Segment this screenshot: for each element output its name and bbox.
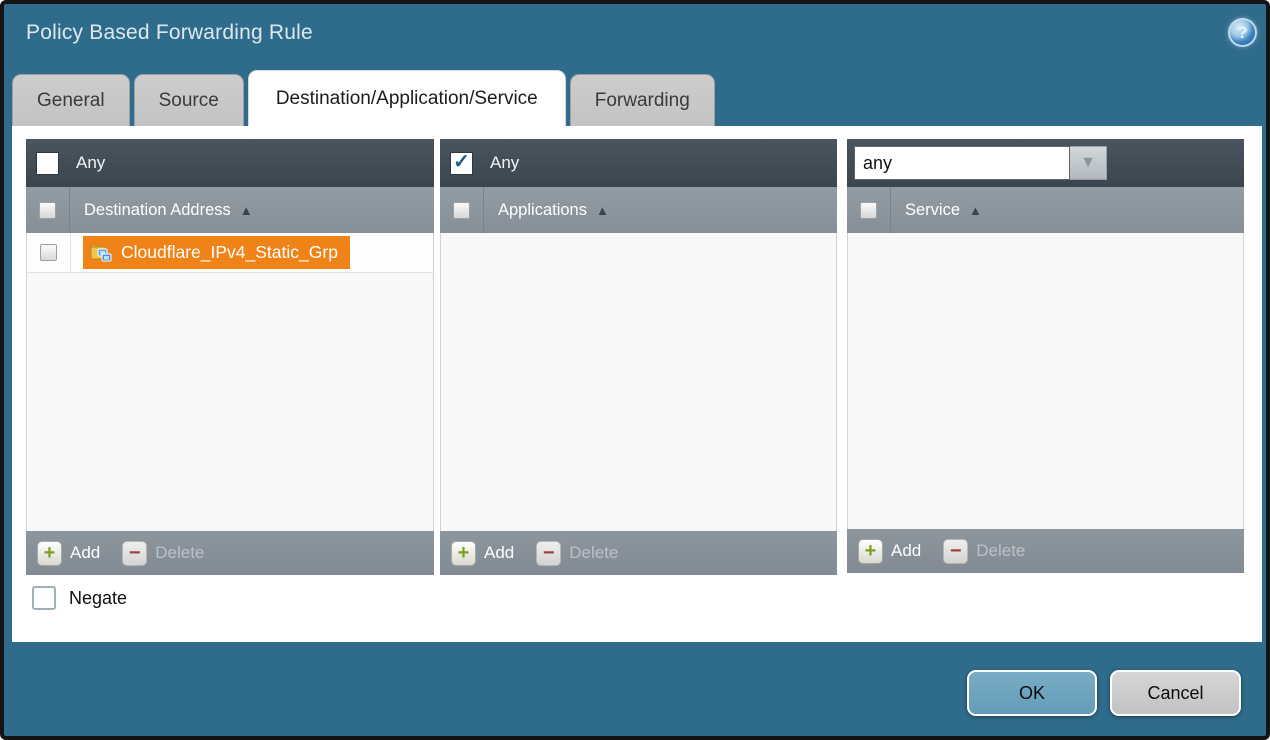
applications-header-label: Applications [498,201,587,220]
destination-item-checkbox[interactable] [40,244,57,261]
destination-list-item[interactable]: Cloudflare_IPv4_Static_Grp [27,233,433,273]
minus-icon: − [536,541,561,566]
service-column-header[interactable]: Service ▲ [905,201,982,220]
applications-any-checkbox[interactable]: ✓ [450,152,473,175]
applications-footer-bar: + Add − Delete [440,531,837,575]
destination-item-label: Cloudflare_IPv4_Static_Grp [121,242,338,263]
destination-footer-bar: + Add − Delete [26,531,434,575]
applications-add-button[interactable]: + Add [451,541,514,566]
applications-any-bar: ✓ Any [440,139,837,187]
destination-add-button[interactable]: + Add [37,541,100,566]
destination-delete-label: Delete [155,543,204,563]
negate-row: Negate [32,586,127,610]
destination-header-gutter [26,187,70,233]
tab-general[interactable]: General [12,74,130,126]
service-delete-button[interactable]: − Delete [943,539,1025,564]
service-list [847,233,1244,529]
tab-destination-application-service[interactable]: Destination/Application/Service [248,70,566,126]
help-icon[interactable]: ? [1228,18,1257,47]
destination-column: Any Destination Address ▲ [26,139,434,575]
applications-delete-label: Delete [569,543,618,563]
ok-button[interactable]: OK [967,670,1097,716]
destination-item-gutter [27,233,71,272]
tab-forwarding[interactable]: Forwarding [570,74,715,126]
destination-add-label: Add [70,543,100,563]
minus-icon: − [943,539,968,564]
service-footer-bar: + Add − Delete [847,529,1244,573]
plus-icon: + [451,541,476,566]
service-select-all-checkbox[interactable] [860,202,877,219]
policy-based-forwarding-dialog: Policy Based Forwarding Rule ? General S… [0,0,1270,740]
applications-delete-button[interactable]: − Delete [536,541,618,566]
service-header-gutter [847,187,891,233]
content-panel: Any Destination Address ▲ [12,126,1262,642]
chevron-down-icon: ▼ [1080,155,1096,171]
sort-asc-icon: ▲ [596,204,609,217]
service-add-button[interactable]: + Add [858,539,921,564]
plus-icon: + [37,541,62,566]
service-dropdown: any ▼ [854,146,1107,180]
address-group-icon [90,243,113,263]
destination-any-checkbox[interactable] [36,152,59,175]
applications-header-row: Applications ▲ [440,187,837,233]
service-add-label: Add [891,541,921,561]
sort-asc-icon: ▲ [969,204,982,217]
dialog-title: Policy Based Forwarding Rule [26,21,313,45]
destination-any-label: Any [76,153,105,173]
tab-source[interactable]: Source [134,74,244,126]
destination-delete-button[interactable]: − Delete [122,541,204,566]
sort-asc-icon: ▲ [240,204,253,217]
plus-icon: + [858,539,883,564]
minus-icon: − [122,541,147,566]
service-column: any ▼ Service ▲ + Add [847,139,1244,573]
negate-label: Negate [69,588,127,609]
service-header-label: Service [905,201,960,220]
applications-add-label: Add [484,543,514,563]
destination-header-row: Destination Address ▲ [26,187,434,233]
destination-header-label: Destination Address [84,201,231,220]
service-delete-label: Delete [976,541,1025,561]
tab-bar: General Source Destination/Application/S… [12,70,715,126]
destination-list: Cloudflare_IPv4_Static_Grp [26,233,434,531]
service-dropdown-input[interactable]: any [854,146,1070,180]
applications-header-gutter [440,187,484,233]
destination-select-all-checkbox[interactable] [39,202,56,219]
applications-column: ✓ Any Applications ▲ + Add [440,139,837,575]
destination-any-bar: Any [26,139,434,187]
service-header-row: Service ▲ [847,187,1244,233]
applications-column-header[interactable]: Applications ▲ [498,201,609,220]
question-mark-glyph: ? [1237,24,1247,41]
destination-column-header[interactable]: Destination Address ▲ [84,201,253,220]
applications-list [440,233,837,531]
applications-select-all-checkbox[interactable] [453,202,470,219]
applications-any-label: Any [490,153,519,173]
destination-item-selected-chip[interactable]: Cloudflare_IPv4_Static_Grp [83,236,350,269]
service-dropdown-button[interactable]: ▼ [1070,146,1107,180]
cancel-button[interactable]: Cancel [1110,670,1241,716]
check-icon: ✓ [453,152,470,172]
service-any-bar: any ▼ [847,139,1244,187]
negate-checkbox[interactable] [32,586,56,610]
